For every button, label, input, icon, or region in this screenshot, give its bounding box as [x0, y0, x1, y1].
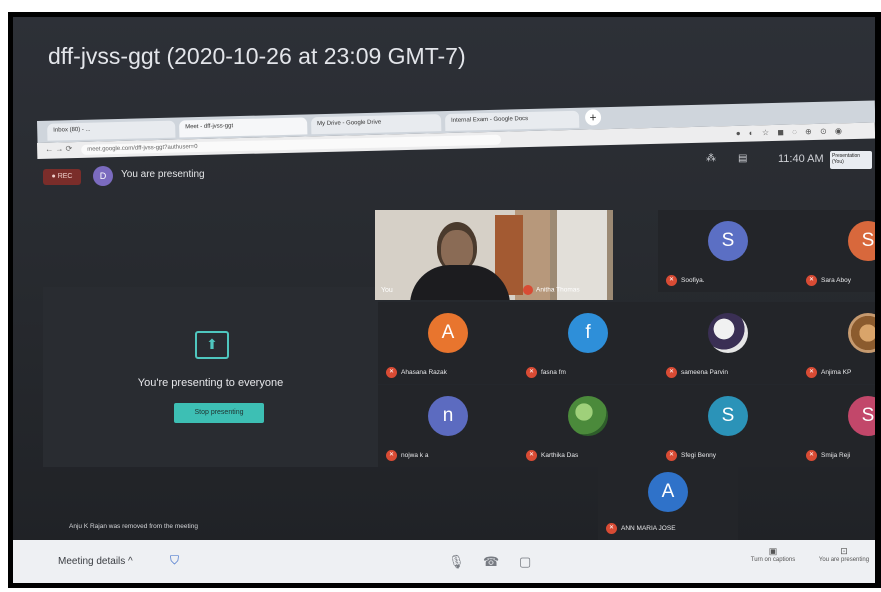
recording-title: dff-jvss-ggt (2020-10-26 at 23:09 GMT-7)	[48, 43, 466, 69]
participant-photo	[568, 396, 608, 437]
chat-icon[interactable]: ▤	[738, 153, 747, 164]
participant-tile[interactable]: A ✕ ANN MARIA JOSE	[598, 462, 738, 540]
back-forward-reload-icons[interactable]: ← → ⟳	[45, 144, 72, 154]
tab-inbox[interactable]: Inbox (80) - ...	[47, 120, 176, 141]
participant-tile[interactable]: S ✕ Soofiya.	[658, 210, 798, 292]
microphone-icon[interactable]: 🎙	[448, 554, 465, 570]
participant-name: ✕ nojwa k a	[386, 450, 428, 461]
mic-off-icon: ✕	[386, 367, 397, 378]
mic-off-icon: ✕	[806, 450, 817, 461]
mic-off-icon: ✕	[806, 367, 817, 378]
participant-avatar: S	[708, 221, 748, 262]
plus-icon[interactable]: +	[584, 109, 602, 126]
participant-avatar: S	[848, 221, 875, 262]
bottom-bar: Meeting details ^ ⛉ 🎙 ☎ ▢ ▣ Turn on capt…	[13, 540, 875, 583]
tab-meet[interactable]: Meet - dff-jvss-ggt	[179, 117, 308, 138]
stop-presenting-button[interactable]: Stop presenting	[174, 403, 264, 423]
participant-name: ✕ Sfegi Benny	[666, 450, 716, 461]
self-video-tile[interactable]: You Anitha Thomas	[375, 210, 613, 300]
presenter-avatar: D	[93, 166, 113, 186]
participant-name: ✕ Karthika Das	[526, 450, 578, 461]
chevron-up-icon: ^	[128, 556, 133, 567]
shield-icon[interactable]: ⛉	[170, 553, 179, 568]
participant-photo	[848, 313, 875, 354]
participant-tile[interactable]: ✕ Anjima KP	[798, 302, 875, 384]
mic-off-icon: ✕	[386, 450, 397, 461]
participant-name: ✕ ANN MARIA JOSE	[606, 523, 676, 534]
participant-tile[interactable]: S ✕ Sfegi Benny	[658, 385, 798, 467]
presenting-panel: ⬆ You're presenting to everyone Stop pre…	[43, 287, 378, 467]
meeting-details-button[interactable]: Meeting details ^	[58, 556, 133, 567]
participant-avatar: S	[708, 396, 748, 437]
mic-off-icon: ✕	[666, 367, 677, 378]
participant-avatar: A	[648, 471, 688, 512]
tab-docs[interactable]: Internal Exam - Google Docs	[444, 110, 580, 132]
rec-badge: ● REC	[43, 169, 81, 185]
captions-button[interactable]: ▣ Turn on captions	[738, 546, 808, 563]
participant-name: ✕ Sara Aboy	[806, 275, 851, 286]
mic-off-icon: ✕	[806, 275, 817, 286]
participant-name: ✕ fasna fm	[526, 367, 566, 378]
participant-name: ✕ Ahasana Razak	[386, 367, 447, 378]
header-right: ⁂ ▤ 11:40 AM Presentation (You)	[698, 147, 872, 173]
present-icon: ⊡	[840, 546, 848, 556]
participant-avatar: f	[568, 313, 608, 354]
captions-icon: ▣	[768, 546, 778, 556]
people-icon[interactable]: ⁂	[706, 153, 716, 164]
extension-icons[interactable]: ● ◐ ☆ ◼ ◌ ⊕ ⊙ ◉	[736, 126, 845, 138]
participant-tile[interactable]: ✕ sameena Parvin	[658, 302, 798, 384]
participant-name: ✕ Soofiya.	[666, 275, 705, 286]
participant-photo	[708, 313, 748, 354]
mic-off-icon: ✕	[666, 275, 677, 286]
participant-tile[interactable]: n ✕ nojwa k a	[378, 385, 518, 467]
rec-label: REC	[57, 173, 73, 180]
clock: 11:40 AM	[778, 153, 824, 165]
meet-screen: dff-jvss-ggt (2020-10-26 at 23:09 GMT-7)…	[13, 17, 875, 583]
participant-tile[interactable]: f ✕ fasna fm	[518, 302, 658, 384]
presentation-chip[interactable]: Presentation (You)	[830, 151, 872, 169]
removed-toast: Anju K Rajan was removed from the meetin…	[69, 523, 198, 530]
tab-drive[interactable]: My Drive - Google Drive	[310, 114, 442, 135]
present-screen-icon: ⬆	[195, 331, 229, 359]
participant-name: ✕ Smija Reji	[806, 450, 850, 461]
presenting-status: You are presenting	[121, 169, 205, 180]
hang-up-icon[interactable]: ☎	[483, 554, 499, 570]
participant-avatar: n	[428, 396, 468, 437]
participant-tile[interactable]: S ✕ Smija Reji	[798, 385, 875, 467]
camera-icon[interactable]: ▢	[519, 554, 531, 570]
participant-avatar: S	[848, 396, 875, 437]
participant-tile[interactable]: ✕ Karthika Das	[518, 385, 658, 467]
mic-off-icon: ✕	[526, 367, 537, 378]
photo-frame: dff-jvss-ggt (2020-10-26 at 23:09 GMT-7)…	[8, 12, 881, 588]
presenting-button[interactable]: ⊡ You are presenting	[813, 546, 875, 563]
mic-off-icon: ✕	[526, 450, 537, 461]
mic-off-icon: ✕	[606, 523, 617, 534]
participant-name: ✕ Anjima KP	[806, 367, 851, 378]
participant-tile[interactable]: A ✕ Ahasana Razak	[378, 302, 518, 384]
presenting-message: You're presenting to everyone	[137, 377, 284, 389]
participant-name: Anitha Thomas	[523, 285, 580, 295]
participant-tile[interactable]: S ✕ Sara Aboy	[798, 210, 875, 292]
participant-avatar: A	[428, 313, 468, 354]
participant-name: ✕ sameena Parvin	[666, 367, 728, 378]
mic-off-icon: ✕	[666, 450, 677, 461]
participant-name: You	[381, 287, 393, 294]
